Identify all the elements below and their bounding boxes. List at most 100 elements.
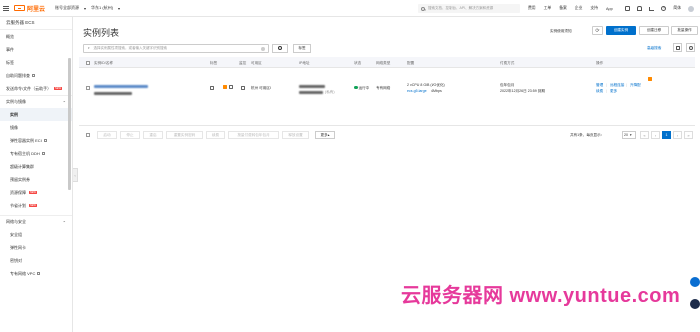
sidebar-item-tags[interactable]: 标签 bbox=[0, 56, 72, 69]
remote-connect-link[interactable]: 远程连接 bbox=[610, 83, 624, 88]
column-header-billing[interactable]: 付费方式 bbox=[500, 61, 514, 66]
cart-icon[interactable] bbox=[649, 6, 655, 11]
footer-select-all-checkbox[interactable] bbox=[86, 133, 90, 137]
sidebar-item-ddh[interactable]: 专有宿主机 DDH bbox=[0, 147, 72, 160]
sidebar-item-images[interactable]: 镜像 bbox=[0, 121, 72, 134]
workspace-selector[interactable]: 账号全部资源 bbox=[55, 5, 79, 11]
new-badge: NEW bbox=[54, 86, 62, 91]
page-size-select[interactable]: 20 ▾ bbox=[622, 131, 636, 139]
batch-operation-button[interactable]: 批量操作 bbox=[671, 26, 698, 35]
export-button[interactable] bbox=[673, 43, 682, 52]
nav-link-enterprise[interactable]: 企业 bbox=[575, 6, 583, 11]
sidebar-item-vpc[interactable]: 专有网络 VPC bbox=[0, 267, 72, 280]
column-header-tags[interactable]: 标签 bbox=[210, 61, 217, 66]
sidebar-item-eci[interactable]: 弹性容器实例 ECI bbox=[0, 134, 72, 147]
sidebar-item-reserved[interactable]: 预留实例券 bbox=[0, 173, 72, 186]
stop-button[interactable]: 停止 bbox=[120, 131, 140, 139]
instance-search-input[interactable]: ▾ 选择实例属性项搜索，或者输入关键字识别搜索 bbox=[83, 43, 269, 53]
row-checkbox[interactable] bbox=[86, 86, 90, 90]
nav-link-tickets[interactable]: 工单 bbox=[544, 6, 552, 11]
sidebar-item-eni[interactable]: 弹性网卡 bbox=[0, 241, 72, 254]
column-header-zone[interactable]: 可用区 bbox=[251, 61, 262, 66]
region-selector[interactable]: 华东1 (杭州) bbox=[91, 5, 113, 11]
refresh-button[interactable]: ⟳ bbox=[592, 26, 603, 35]
renew-link[interactable]: 续费 bbox=[596, 89, 603, 94]
bandwidth-value: 4Mbps bbox=[431, 88, 442, 93]
new-badge: NEW bbox=[29, 190, 37, 195]
column-header-monitor[interactable]: 监控 bbox=[239, 61, 246, 66]
nav-link-app[interactable]: App bbox=[606, 7, 613, 11]
first-page-button[interactable]: « bbox=[640, 131, 649, 139]
aliyun-logo[interactable]: 阿里云 bbox=[14, 4, 45, 13]
search-button[interactable] bbox=[272, 43, 288, 53]
refresh-icon: ⟳ bbox=[595, 27, 600, 34]
feedback-float-button[interactable] bbox=[690, 299, 700, 309]
settings-button[interactable] bbox=[686, 43, 695, 52]
release-settings-button[interactable]: 释放设置 bbox=[282, 131, 309, 139]
help-link[interactable]: 实例使用须知 bbox=[550, 29, 572, 34]
sidebar-item-capacity[interactable]: 资源保障 NEW bbox=[0, 186, 72, 199]
terminal-icon[interactable] bbox=[625, 6, 631, 11]
assistant-float-button[interactable] bbox=[690, 277, 700, 287]
last-page-button[interactable]: » bbox=[684, 131, 693, 139]
sidebar-item-savings-plan[interactable]: 节省计划 NEW bbox=[0, 199, 72, 212]
more-actions-link[interactable]: 更多 bbox=[610, 89, 617, 94]
sidebar-item-overview[interactable]: 概览 bbox=[0, 30, 72, 43]
next-page-button[interactable]: › bbox=[673, 131, 682, 139]
reset-password-button[interactable]: 重置实例密码 bbox=[166, 131, 203, 139]
sidebar-group-instances-images[interactable]: 实例与镜像 ⌃ bbox=[0, 95, 72, 108]
instance-type-link[interactable]: ecs.g5.large bbox=[407, 89, 427, 93]
column-header-config[interactable]: 配置 bbox=[407, 61, 414, 66]
logo-text: 阿里云 bbox=[27, 6, 46, 13]
tag-filter-button[interactable]: 标签 bbox=[293, 43, 311, 53]
sidebar-group-network-security[interactable]: 网络与安全 ⌃ bbox=[0, 215, 72, 228]
advanced-search-link[interactable]: 高级搜索 bbox=[647, 46, 661, 51]
sidebar-item-scc[interactable]: 超级计算集群 bbox=[0, 160, 72, 173]
sidebar-item-security-group[interactable]: 安全组 bbox=[0, 228, 72, 241]
nav-link-icp[interactable]: 备案 bbox=[559, 6, 567, 11]
prev-page-button[interactable]: ‹ bbox=[651, 131, 660, 139]
sidebar-collapse-button[interactable]: ‹ bbox=[73, 168, 78, 182]
new-badge: NEW bbox=[29, 203, 37, 208]
manage-link[interactable]: 管理 bbox=[596, 83, 603, 88]
bell-icon[interactable] bbox=[637, 6, 643, 11]
create-migration-button[interactable]: 创建迁移 bbox=[639, 26, 669, 35]
chevron-down-icon: ▾ bbox=[84, 5, 87, 11]
top-navigation-bar: 阿里云 账号全部资源 ▾ 华东1 (杭州) ▾ 搜索文档、控制台、API、解决方… bbox=[0, 0, 700, 17]
chart-icon[interactable] bbox=[241, 86, 245, 90]
start-button[interactable]: 启动 bbox=[97, 131, 117, 139]
more-button[interactable]: 更多 ▴ bbox=[315, 131, 335, 139]
column-header-network[interactable]: 网络类型 bbox=[376, 61, 390, 66]
sidebar-item-keypair[interactable]: 密钥对 bbox=[0, 254, 72, 267]
logo-mark-icon bbox=[14, 5, 25, 11]
convert-billing-button[interactable]: 按量付费转包年包月 bbox=[228, 131, 279, 139]
resize-link[interactable]: 升降配 bbox=[630, 83, 641, 88]
column-header-status[interactable]: 状态 bbox=[354, 61, 361, 66]
sidebar-item-instances[interactable]: 实例 bbox=[0, 108, 72, 121]
instance-id-redacted[interactable] bbox=[94, 85, 148, 88]
nav-link-support[interactable]: 支持 bbox=[590, 6, 598, 11]
language-switch[interactable]: 简体 bbox=[673, 6, 681, 11]
sidebar-item-events[interactable]: 事件 bbox=[0, 43, 72, 56]
page-title: 实例列表 bbox=[83, 28, 120, 38]
monitor-icon[interactable] bbox=[229, 85, 233, 89]
zone-value: 杭州 可用区I bbox=[251, 85, 271, 90]
sidebar-item-troubleshoot[interactable]: 自助问题排查 bbox=[0, 69, 72, 82]
avatar[interactable] bbox=[688, 5, 694, 12]
column-header-ip[interactable]: IP地址 bbox=[299, 61, 310, 66]
page-button-current[interactable]: 1 bbox=[662, 131, 671, 139]
clear-icon[interactable] bbox=[261, 46, 265, 51]
tag-icon[interactable] bbox=[210, 86, 214, 90]
sidebar-scrollbar[interactable] bbox=[68, 58, 71, 190]
restart-button[interactable]: 重启 bbox=[143, 131, 163, 139]
menu-icon[interactable] bbox=[0, 0, 12, 17]
column-header-id[interactable]: 实例ID/名称 bbox=[94, 61, 113, 66]
select-all-checkbox[interactable] bbox=[86, 60, 90, 65]
sidebar-item-cloud-assistant[interactable]: 发送命令/文件（云助手） NEW bbox=[0, 82, 72, 95]
nav-link-fees[interactable]: 费用 bbox=[528, 6, 536, 11]
global-search-input[interactable]: 搜索文档、控制台、API、解决方案和资源 bbox=[418, 4, 520, 13]
renew-button[interactable]: 续费 bbox=[206, 131, 225, 139]
help-icon[interactable]: ? bbox=[661, 6, 667, 11]
promo-badge-icon bbox=[648, 77, 652, 81]
create-instance-button[interactable]: 创建实例 bbox=[606, 26, 636, 35]
